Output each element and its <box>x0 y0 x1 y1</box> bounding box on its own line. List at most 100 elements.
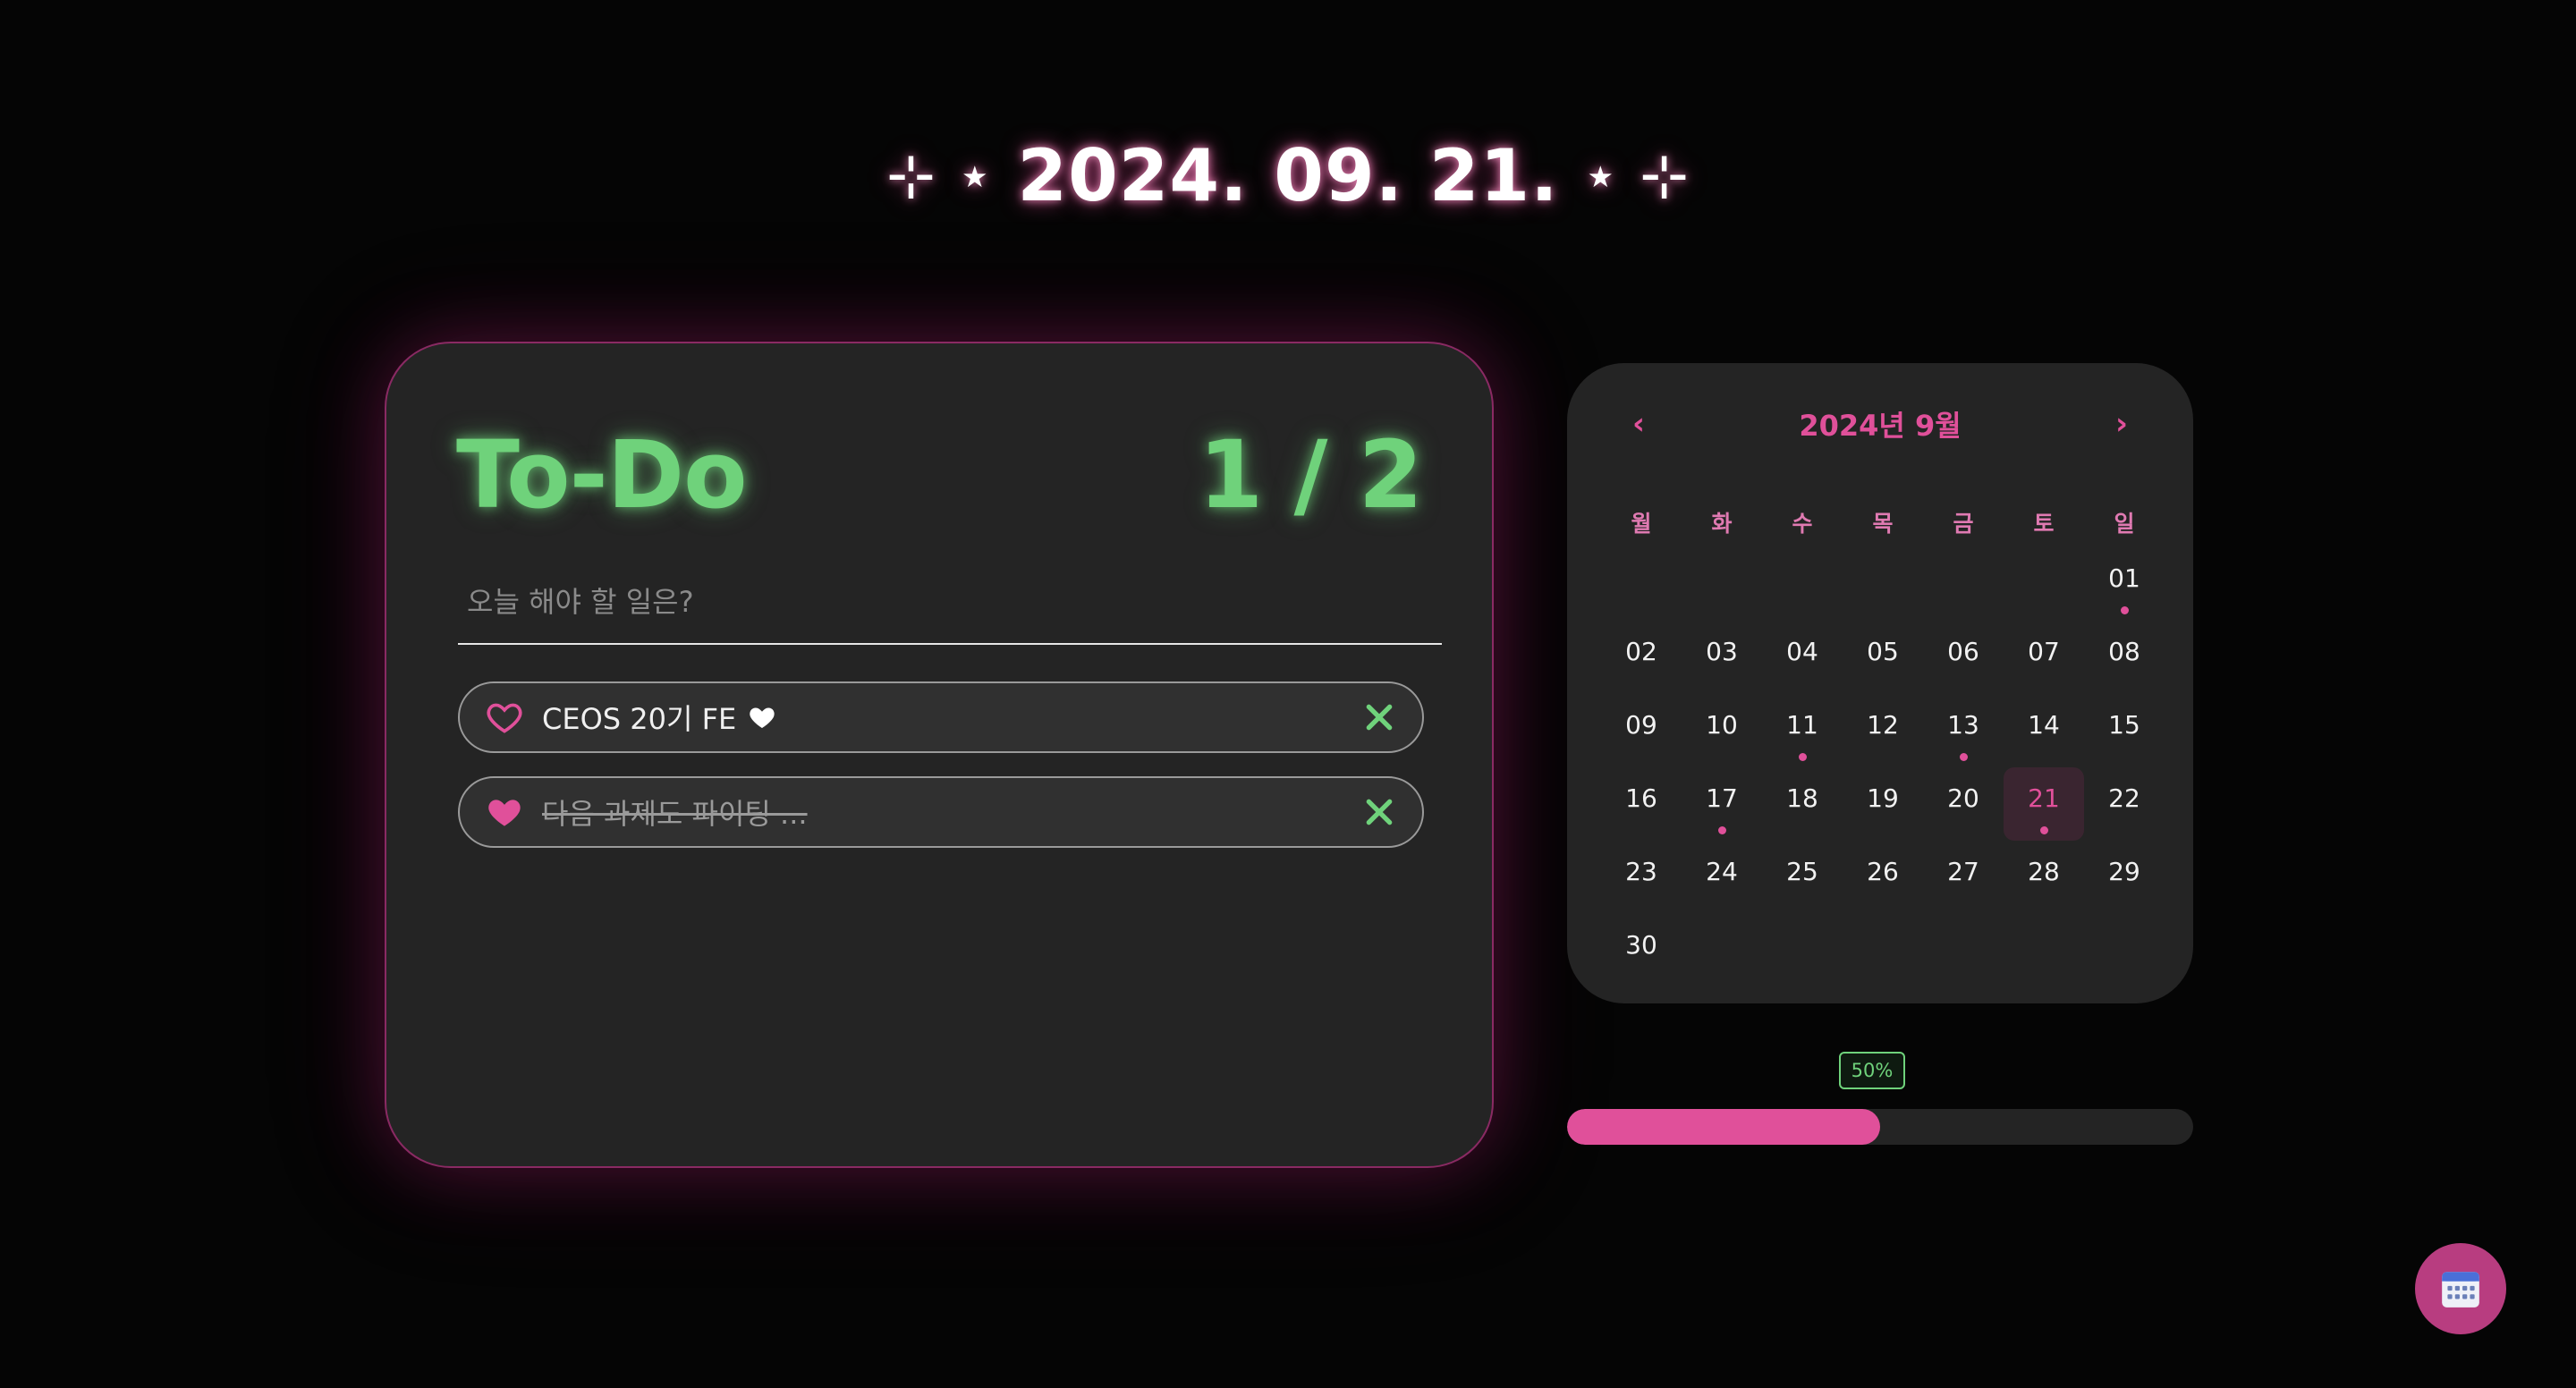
todo-card: To-Do 1 / 2 CEOS 20기 FE 다음 과제도 <box>385 342 1494 1168</box>
weekday-label: 일 <box>2114 511 2135 537</box>
todo-header: To-Do 1 / 2 <box>456 420 1423 529</box>
title-deco-left: ⊹ ⋆ <box>886 141 995 210</box>
calendar: ‹ 2024년 9월 › 월 화 수 목 금 토 일 01 02 03 04 05 06 07 08 09 10… <box>1567 363 2193 1003</box>
todo-item-text: CEOS 20기 FE <box>542 697 1361 738</box>
calendar-day[interactable]: 01 <box>2084 547 2165 621</box>
calendar-day-number: 13 <box>1947 710 1979 740</box>
calendar-day-number: 30 <box>1625 930 1657 960</box>
next-month-button[interactable]: › <box>2104 406 2140 442</box>
calendar-day[interactable]: 08 <box>2084 621 2165 694</box>
calendar-day-number: 12 <box>1867 710 1899 740</box>
calendar-empty-cell <box>1923 547 2004 621</box>
calendar-day[interactable]: 24 <box>1682 841 1762 914</box>
calendar-day[interactable]: 19 <box>1843 767 1923 841</box>
calendar-day[interactable]: 12 <box>1843 694 1923 767</box>
todo-item-text: 다음 과제도 파이팅 ... <box>542 791 1361 833</box>
todo-app: ⊹ ⋆ 2024. 09. 21. ⋆ ⊹ To-Do 1 / 2 CEOS 2… <box>0 0 2576 1388</box>
weekday-label: 수 <box>1792 511 1813 537</box>
calendar-day-number: 28 <box>2028 857 2060 886</box>
calendar-month-label: 2024년 9월 <box>1799 409 1962 443</box>
calendar-day-number: 19 <box>1867 783 1899 813</box>
calendar-icon <box>2442 1272 2479 1308</box>
close-icon[interactable] <box>1361 699 1397 735</box>
calendar-day[interactable]: 13 <box>1923 694 2004 767</box>
todo-input[interactable] <box>458 561 1442 645</box>
calendar-day[interactable]: 03 <box>1682 621 1762 694</box>
calendar-toggle-button[interactable] <box>2415 1243 2506 1334</box>
calendar-day[interactable]: 10 <box>1682 694 1762 767</box>
calendar-day[interactable]: 17 <box>1682 767 1762 841</box>
calendar-day-number: 21 <box>2028 783 2060 813</box>
calendar-day-number: 03 <box>1706 637 1738 666</box>
calendar-day[interactable]: 16 <box>1601 767 1682 841</box>
todo-count: 1 / 2 <box>1198 420 1423 529</box>
calendar-day-number: 06 <box>1947 637 1979 666</box>
calendar-day[interactable]: 05 <box>1843 621 1923 694</box>
calendar-empty-cell <box>1601 547 1682 621</box>
calendar-day[interactable]: 28 <box>2004 841 2084 914</box>
calendar-day[interactable]: 14 <box>2004 694 2084 767</box>
current-date: 2024. 09. 21. <box>1017 134 1559 217</box>
progress-bar <box>1567 1109 2193 1145</box>
calendar-empty-cell <box>1762 547 1843 621</box>
prev-month-button[interactable]: ‹ <box>1621 406 1657 442</box>
calendar-day-number: 05 <box>1867 637 1899 666</box>
calendar-empty-cell <box>2004 547 2084 621</box>
calendar-day-number: 24 <box>1706 857 1738 886</box>
calendar-day[interactable]: 04 <box>1762 621 1843 694</box>
calendar-day-number: 22 <box>2108 783 2140 813</box>
todo-item: CEOS 20기 FE <box>458 681 1424 753</box>
calendar-day[interactable]: 07 <box>2004 621 2084 694</box>
calendar-day-number: 08 <box>2108 637 2140 666</box>
calendar-day-number: 25 <box>1786 857 1818 886</box>
calendar-grid: 월 화 수 목 금 토 일 01 02 03 04 05 06 07 08 09 10 11 12 13 14 15 16 1… <box>1601 497 2165 987</box>
calendar-day-number: 09 <box>1625 710 1657 740</box>
calendar-day[interactable]: 02 <box>1601 621 1682 694</box>
calendar-day[interactable]: 18 <box>1762 767 1843 841</box>
calendar-day[interactable]: 21 <box>2004 767 2084 841</box>
calendar-day[interactable]: 09 <box>1601 694 1682 767</box>
calendar-day[interactable]: 20 <box>1923 767 2004 841</box>
title-deco-right: ⋆ ⊹ <box>1581 141 1690 210</box>
calendar-day-number: 04 <box>1786 637 1818 666</box>
calendar-day-number: 11 <box>1786 710 1818 740</box>
calendar-day-number: 14 <box>2028 710 2060 740</box>
todo-indicator-dot <box>1960 753 1968 761</box>
calendar-day[interactable]: 29 <box>2084 841 2165 914</box>
calendar-day[interactable]: 26 <box>1843 841 1923 914</box>
calendar-day-number: 18 <box>1786 783 1818 813</box>
todo-item: 다음 과제도 파이팅 ... <box>458 776 1424 848</box>
todo-indicator-dot <box>1799 753 1807 761</box>
calendar-day[interactable]: 23 <box>1601 841 1682 914</box>
close-icon[interactable] <box>1361 794 1397 830</box>
weekday-label: 토 <box>2033 511 2055 537</box>
todo-indicator-dot <box>1718 826 1726 834</box>
heart-filled-icon[interactable] <box>485 792 524 832</box>
weekday-label: 월 <box>1631 511 1652 537</box>
calendar-day-number: 27 <box>1947 857 1979 886</box>
calendar-day[interactable]: 25 <box>1762 841 1843 914</box>
weekday-label: 화 <box>1711 511 1733 537</box>
calendar-day[interactable]: 11 <box>1762 694 1843 767</box>
calendar-day-number: 15 <box>2108 710 2140 740</box>
calendar-day-number: 29 <box>2108 857 2140 886</box>
progress-label: 50% <box>1839 1052 1905 1089</box>
calendar-day-number: 02 <box>1625 637 1657 666</box>
white-heart-icon <box>750 707 775 729</box>
calendar-day-number: 26 <box>1867 857 1899 886</box>
weekday-label: 목 <box>1872 511 1894 537</box>
todo-indicator-dot <box>2121 606 2129 614</box>
calendar-day-number: 17 <box>1706 783 1738 813</box>
calendar-day[interactable]: 27 <box>1923 841 2004 914</box>
todo-item-label: CEOS 20기 FE <box>542 702 737 736</box>
calendar-day[interactable]: 30 <box>1601 914 1682 987</box>
calendar-day[interactable]: 15 <box>2084 694 2165 767</box>
calendar-day[interactable]: 06 <box>1923 621 2004 694</box>
calendar-empty-cell <box>1682 547 1762 621</box>
weekday-label: 금 <box>1953 511 1974 537</box>
progress-fill <box>1567 1109 1880 1145</box>
calendar-day[interactable]: 22 <box>2084 767 2165 841</box>
calendar-day-number: 16 <box>1625 783 1657 813</box>
page-title: ⊹ ⋆ 2024. 09. 21. ⋆ ⊹ <box>0 134 2576 217</box>
heart-outline-icon[interactable] <box>485 698 524 737</box>
